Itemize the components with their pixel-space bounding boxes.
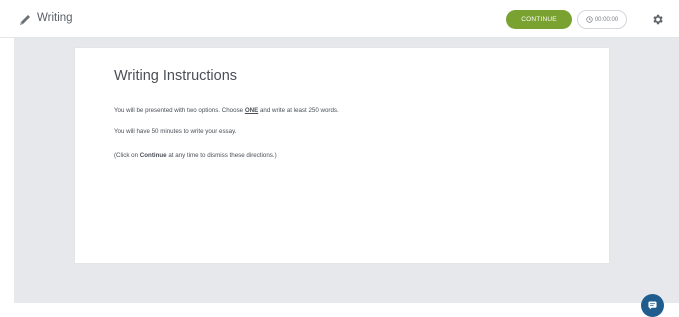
instructions-card: Writing Instructions You will be present… <box>75 48 609 263</box>
instruction-emphasis: ONE <box>244 107 259 114</box>
instruction-text: (Click on <box>114 152 140 159</box>
top-bar: Writing CONTINUE 00:00:00 <box>0 0 679 38</box>
instruction-emphasis: Continue <box>139 152 167 159</box>
timer: 00:00:00 <box>577 10 627 29</box>
instruction-text: You will be presented with two options. … <box>114 107 245 114</box>
gear-icon[interactable] <box>651 13 664 26</box>
continue-button[interactable]: CONTINUE <box>506 10 572 29</box>
instruction-line-dismiss: (Click on Continue at any time to dismis… <box>114 152 277 159</box>
pencil-icon <box>20 15 30 25</box>
timer-value: 00:00:00 <box>594 16 619 23</box>
chat-icon <box>648 301 657 310</box>
instructions-heading: Writing Instructions <box>114 68 238 84</box>
chat-button[interactable] <box>641 294 664 317</box>
instruction-line-options: You will be presented with two options. … <box>114 107 339 114</box>
instruction-text: at any time to dismiss these directions.… <box>166 152 277 159</box>
instruction-text: and write at least 250 words. <box>258 107 339 114</box>
section-title: Writing <box>37 12 73 24</box>
clock-icon <box>586 16 593 23</box>
instruction-line-time: You will have 50 minutes to write your e… <box>114 128 237 135</box>
